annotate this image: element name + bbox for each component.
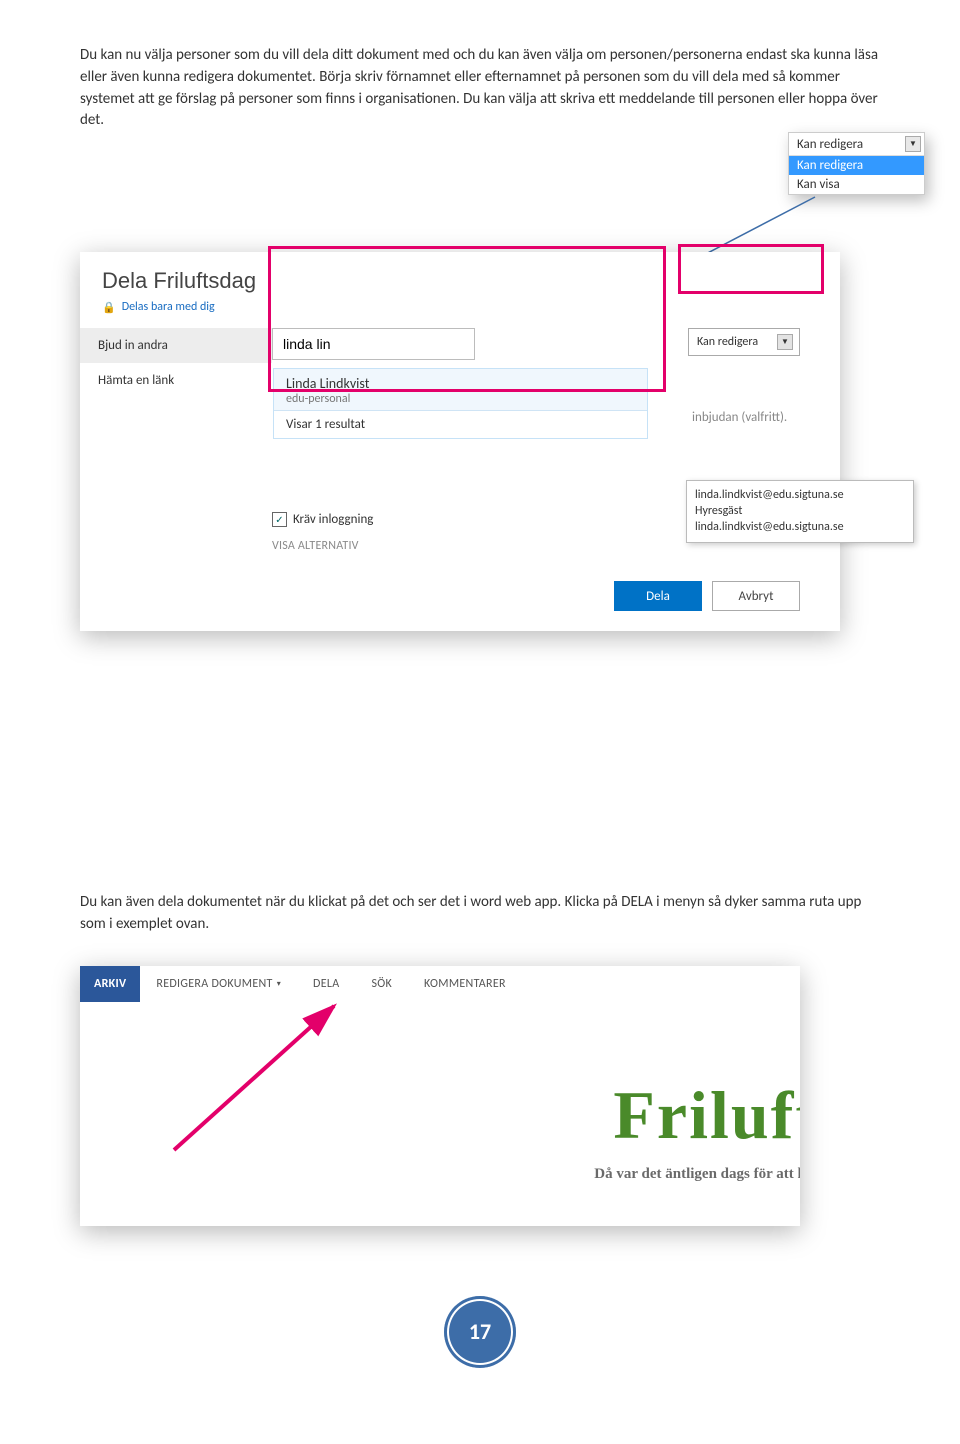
invite-name-input[interactable] <box>272 328 475 360</box>
ribbon-tab-file[interactable]: ARKIV <box>80 966 140 1002</box>
page-number-badge: 17 <box>444 1296 516 1368</box>
dialog-sidebar: Bjud in andra Hämta en länk <box>80 328 272 611</box>
require-login-checkbox[interactable]: ✓ <box>272 512 287 527</box>
sidebar-invite-others[interactable]: Bjud in andra <box>80 328 272 363</box>
document-subheading: Då var det äntligen dags för att kor <box>594 1166 800 1183</box>
lock-icon: 🔒 <box>102 301 116 314</box>
invite-note-placeholder: inbjudan (valfritt). <box>692 410 787 425</box>
ribbon-tab-comments[interactable]: KOMMENTARER <box>408 966 522 1002</box>
ribbon-tab-share[interactable]: DELA <box>297 966 355 1002</box>
caret-down-icon: ▼ <box>905 136 921 152</box>
tooltip-email-repeat: linda.lindkvist@edu.sigtuna.se <box>695 519 905 535</box>
people-suggestion-item[interactable]: Linda Lindkvist edu-personal <box>274 369 647 411</box>
ribbon-tab-edit-document[interactable]: REDIGERA DOKUMENT▾ <box>140 966 297 1002</box>
permission-dropdown-open: Kan redigera ▼ Kan redigera Kan visa <box>788 132 925 195</box>
require-login-label: Kräv inloggning <box>293 512 373 527</box>
share-dialog-screenshot: Kan redigera ▼ Kan redigera Kan visa Del… <box>80 252 880 792</box>
intro-paragraph: Du kan nu välja personer som du vill del… <box>80 45 880 132</box>
caret-down-icon: ▾ <box>277 979 281 989</box>
sidebar-get-link[interactable]: Hämta en länk <box>80 363 272 398</box>
document-heading: Friluft <box>613 1076 800 1155</box>
permission-select[interactable]: Kan redigera ▼ <box>688 328 800 356</box>
annotation-arrow-icon <box>164 1000 354 1160</box>
suggestion-org: edu-personal <box>286 392 635 406</box>
word-webapp-screenshot: ARKIV REDIGERA DOKUMENT▾ DELA SÖK KOMMEN… <box>80 966 800 1226</box>
permission-select-label: Kan redigera <box>697 335 758 349</box>
permission-option-view[interactable]: Kan visa <box>789 175 924 194</box>
contact-tooltip: linda.lindkvist@edu.sigtuna.se Hyresgäst… <box>686 480 914 543</box>
permission-dropdown-label: Kan redigera <box>797 137 863 152</box>
suggestion-count: Visar 1 resultat <box>274 411 647 438</box>
word-ribbon: ARKIV REDIGERA DOKUMENT▾ DELA SÖK KOMMEN… <box>80 966 800 1002</box>
cancel-button[interactable]: Avbryt <box>712 581 800 611</box>
share-dialog: Dela Friluftsdag 🔒 Delas bara med dig Bj… <box>80 252 840 631</box>
dialog-title: Dela Friluftsdag <box>80 252 840 298</box>
tooltip-role: Hyresgäst <box>695 503 905 519</box>
permission-option-edit[interactable]: Kan redigera <box>789 156 924 175</box>
tooltip-email: linda.lindkvist@edu.sigtuna.se <box>695 487 905 503</box>
mid-paragraph: Du kan även dela dokumentet när du klick… <box>80 892 880 936</box>
share-button[interactable]: Dela <box>614 581 702 611</box>
suggestion-name: Linda Lindkvist <box>286 375 635 392</box>
people-suggestion-list: Linda Lindkvist edu-personal Visar 1 res… <box>273 368 648 439</box>
caret-down-icon: ▼ <box>777 334 793 350</box>
ribbon-tab-search[interactable]: SÖK <box>355 966 408 1002</box>
shared-with-label: Delas bara med dig <box>122 300 215 314</box>
